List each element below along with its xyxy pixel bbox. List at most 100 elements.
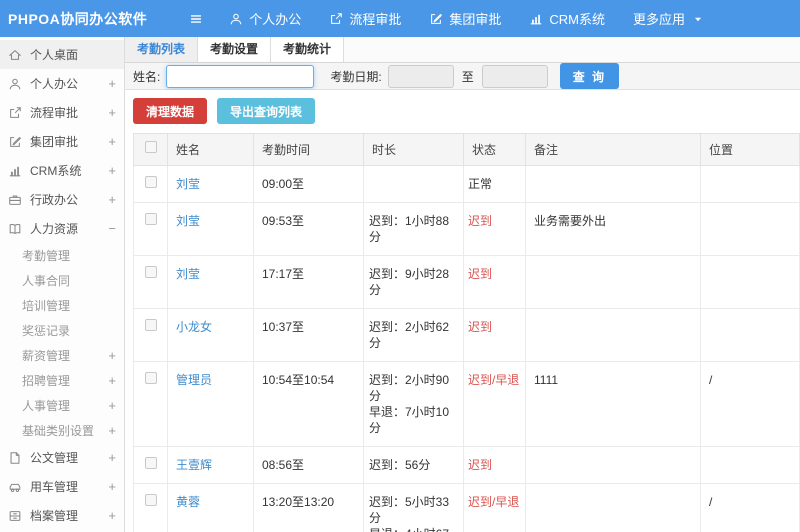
row-checkbox[interactable] bbox=[144, 457, 157, 469]
sidebar-item[interactable]: CRM系统 + bbox=[0, 156, 124, 185]
tab[interactable]: 考勤设置 bbox=[198, 37, 272, 62]
row-checkbox[interactable] bbox=[144, 266, 157, 278]
employee-name-link[interactable]: 刘莹 bbox=[176, 267, 200, 281]
attendance-time-cell: 09:53至 bbox=[253, 202, 364, 256]
topnav-item[interactable]: 更多应用 bbox=[633, 9, 705, 28]
date-filter-label: 考勤日期: bbox=[330, 69, 382, 84]
sidebar-item-label: 个人桌面 bbox=[30, 48, 79, 62]
topnav-item[interactable]: 流程审批 bbox=[329, 9, 401, 28]
remark-cell bbox=[525, 255, 701, 309]
sidebar-item[interactable]: 薪资管理 + bbox=[0, 343, 124, 368]
expand-indicator: + bbox=[108, 192, 116, 207]
employee-name-link[interactable]: 管理员 bbox=[176, 373, 212, 387]
column-header-label: 备注 bbox=[534, 143, 559, 157]
clean-data-button[interactable]: 清理数据 bbox=[133, 98, 208, 124]
row-checkbox[interactable] bbox=[144, 213, 157, 225]
date-to-input[interactable] bbox=[481, 64, 548, 88]
column-header-label: 位置 bbox=[709, 143, 734, 157]
export-list-button[interactable]: 导出查询列表 bbox=[217, 98, 316, 124]
topnav-item-label: 个人办公 bbox=[249, 12, 302, 27]
filter-bar: 姓名: 考勤日期: 至 查 询 bbox=[125, 63, 800, 90]
location-cell bbox=[700, 308, 800, 362]
duration-line: 早退：7小时10分 bbox=[369, 405, 450, 435]
row-checkbox[interactable] bbox=[144, 319, 157, 331]
expand-indicator: + bbox=[108, 479, 116, 494]
duration-line: 迟到：2小时62分 bbox=[369, 320, 450, 350]
book-icon bbox=[8, 221, 23, 236]
row-checkbox[interactable] bbox=[144, 494, 157, 506]
share-icon bbox=[8, 105, 23, 120]
attendance-time-cell: 10:54至10:54 bbox=[253, 361, 364, 447]
expand-indicator: + bbox=[108, 450, 116, 465]
remark-cell bbox=[525, 446, 701, 484]
tab[interactable]: 考勤列表 bbox=[125, 37, 199, 62]
topbar: PHPOA协同办公软件 个人办公 流程审批 集团审批 CRM系统 更多应用 bbox=[0, 0, 800, 37]
table-row: 刘莹 17:17至 迟到：9小时28分 迟到 bbox=[133, 255, 800, 309]
expand-indicator: + bbox=[108, 423, 116, 438]
caret-down-icon bbox=[691, 12, 705, 26]
hamburger-icon[interactable] bbox=[189, 12, 203, 26]
user-icon bbox=[8, 76, 23, 91]
employee-name-link[interactable]: 王壹辉 bbox=[176, 458, 212, 472]
remark-cell bbox=[525, 483, 701, 532]
topnav-item[interactable]: CRM系统 bbox=[529, 9, 605, 28]
row-checkbox[interactable] bbox=[144, 176, 157, 188]
sidebar-item[interactable]: 行政办公 + bbox=[0, 185, 124, 214]
sidebar-item[interactable]: 考勤管理 bbox=[0, 243, 124, 268]
employee-name-link[interactable]: 刘莹 bbox=[176, 214, 200, 228]
topnav-item[interactable]: 个人办公 bbox=[229, 9, 301, 28]
sidebar: 个人桌面 个人办公 + 流程审批 + 集团审批 + CRM系统 + 行政办公 +… bbox=[0, 37, 125, 532]
sidebar-item[interactable]: 个人桌面 bbox=[0, 40, 124, 69]
sidebar-item[interactable]: 流程审批 + bbox=[0, 98, 124, 127]
table-row: 刘莹 09:00至 正常 bbox=[133, 165, 800, 203]
sidebar-item[interactable]: 基础类别设置 + bbox=[0, 418, 124, 443]
table-row: 小龙女 10:37至 迟到：2小时62分 迟到 bbox=[133, 308, 800, 362]
sidebar-item[interactable]: 集团审批 + bbox=[0, 127, 124, 156]
row-checkbox[interactable] bbox=[144, 372, 157, 384]
sidebar-item-label: 用车管理 bbox=[30, 480, 79, 494]
location-cell bbox=[700, 446, 800, 484]
remark-cell: 1111 bbox=[525, 361, 701, 447]
duration-cell: 迟到：5小时33分早退：4小时67分 bbox=[363, 483, 464, 532]
topnav-item-label: 流程审批 bbox=[349, 12, 402, 27]
attendance-time-cell: 09:00至 bbox=[253, 165, 364, 203]
remark-cell: 业务需要外出 bbox=[525, 202, 701, 256]
tab-label: 考勤设置 bbox=[210, 42, 259, 56]
action-bar: 清理数据 导出查询列表 bbox=[125, 90, 800, 133]
location-cell bbox=[700, 165, 800, 203]
topnav-item[interactable]: 集团审批 bbox=[429, 9, 501, 28]
sidebar-item[interactable]: 培训管理 bbox=[0, 293, 124, 318]
attendance-table: 姓名 考勤时间 时长 状态 备注 位置 刘莹 09:00至 正常 刘莹 09:5… bbox=[133, 133, 800, 532]
sidebar-item-label: 集团审批 bbox=[30, 135, 79, 149]
sidebar-item-label: 流程审批 bbox=[30, 106, 79, 120]
expand-indicator: + bbox=[108, 398, 116, 413]
table-row: 管理员 10:54至10:54 迟到：2小时90分 早退：7小时10分 迟到/早退… bbox=[133, 361, 800, 447]
sidebar-item[interactable]: 招聘管理 + bbox=[0, 368, 124, 393]
employee-name-link[interactable]: 刘莹 bbox=[176, 177, 200, 191]
status-cell: 迟到 bbox=[463, 255, 526, 309]
duration-line: 迟到：2小时90分 bbox=[369, 373, 450, 403]
sidebar-item[interactable]: 人事合同 bbox=[0, 268, 124, 293]
sidebar-item[interactable]: 用车管理 + bbox=[0, 472, 124, 501]
sidebar-item[interactable]: 人力资源 − bbox=[0, 214, 124, 243]
search-button[interactable]: 查 询 bbox=[559, 63, 620, 89]
sidebar-item[interactable]: 人事管理 + bbox=[0, 393, 124, 418]
status-cell: 迟到/早退 bbox=[463, 361, 526, 447]
date-range-to-label: 至 bbox=[461, 69, 474, 84]
top-navigation: 个人办公 流程审批 集团审批 CRM系统 更多应用 bbox=[229, 9, 733, 28]
employee-name-link[interactable]: 黄蓉 bbox=[176, 495, 200, 509]
main-content: 考勤列表 考勤设置 考勤统计 姓名: 考勤日期: 至 查 询 清理数据 导出查询… bbox=[125, 37, 800, 532]
sidebar-item[interactable]: 奖惩记录 bbox=[0, 318, 124, 343]
expand-indicator: + bbox=[108, 508, 116, 523]
select-all-checkbox[interactable] bbox=[144, 141, 157, 153]
expand-indicator: + bbox=[108, 348, 116, 363]
name-filter-input[interactable] bbox=[166, 64, 315, 88]
sidebar-item[interactable]: 个人办公 + bbox=[0, 69, 124, 98]
employee-name-link[interactable]: 小龙女 bbox=[176, 320, 212, 334]
date-from-input[interactable] bbox=[387, 64, 454, 88]
tab[interactable]: 考勤统计 bbox=[271, 37, 345, 62]
sidebar-item-label: 基础类别设置 bbox=[22, 424, 95, 438]
sidebar-item[interactable]: 公文管理 + bbox=[0, 443, 124, 472]
sidebar-item[interactable]: 档案管理 + bbox=[0, 501, 124, 530]
location-cell: / bbox=[700, 483, 800, 532]
